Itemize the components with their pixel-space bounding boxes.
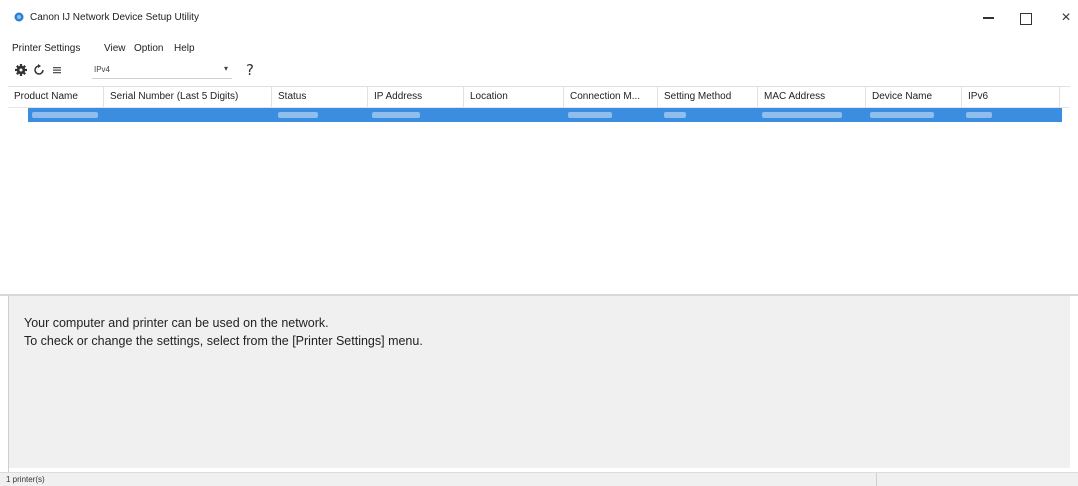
table-row-selected[interactable] [28,108,1062,122]
close-button[interactable]: × [1046,6,1078,30]
cell-mac-address [762,112,842,118]
col-setting-method[interactable]: Setting Method [658,87,758,107]
protocol-select-value: IPv4 [94,65,111,74]
list-view-icon[interactable] [50,63,64,77]
minimize-button[interactable] [968,6,1008,30]
cell-setting-method [664,112,686,118]
message-line-2: To check or change the settings, select … [24,334,423,348]
title-bar: Canon IJ Network Device Setup Utility × [0,0,1078,34]
printer-count: 1 printer(s) [6,475,45,484]
message-line-1: Your computer and printer can be used on… [24,316,329,330]
cell-connection-method [568,112,612,118]
col-mac-address[interactable]: MAC Address [758,87,866,107]
message-panel: Your computer and printer can be used on… [8,296,1070,468]
menu-printer-settings[interactable]: Printer Settings [12,43,80,54]
cell-device-name [870,112,934,118]
menu-bar: Printer Settings View Option Help [0,43,300,57]
canon-app-icon [14,12,24,22]
window-title: Canon IJ Network Device Setup Utility [30,12,199,23]
app-window: Canon IJ Network Device Setup Utility × … [0,0,1078,486]
chevron-down-icon: ▾ [223,64,228,73]
refresh-icon[interactable] [32,63,46,77]
device-list: Product Name Serial Number (Last 5 Digit… [8,86,1070,293]
table-header: Product Name Serial Number (Last 5 Digit… [8,87,1070,108]
cell-ipv6 [966,112,992,118]
col-ip-address[interactable]: IP Address [368,87,464,107]
menu-option[interactable]: Option [134,43,163,54]
col-ipv6[interactable]: IPv6 [962,87,1060,107]
col-connection-method[interactable]: Connection M... [564,87,658,107]
status-bar: 1 printer(s) [0,472,1078,486]
col-serial-number[interactable]: Serial Number (Last 5 Digits) [104,87,272,107]
protocol-select[interactable]: IPv4 ▾ [92,64,232,79]
panel-border [8,296,9,472]
minimize-icon [982,17,994,19]
settings-gear-icon[interactable] [14,63,28,77]
col-status[interactable]: Status [272,87,368,107]
col-product-name[interactable]: Product Name [8,87,104,107]
cell-ip-address [372,112,420,118]
col-device-name[interactable]: Device Name [866,87,962,107]
cell-status [278,112,318,118]
maximize-button[interactable] [1006,6,1046,30]
toolbar: IPv4 ▾ ? [0,60,1078,82]
menu-view[interactable]: View [104,43,126,54]
cell-product-name [32,112,98,118]
menu-help[interactable]: Help [174,43,195,54]
status-pane-right [876,473,1073,486]
col-location[interactable]: Location [464,87,564,107]
maximize-icon [1020,13,1032,25]
help-button[interactable]: ? [246,61,254,79]
